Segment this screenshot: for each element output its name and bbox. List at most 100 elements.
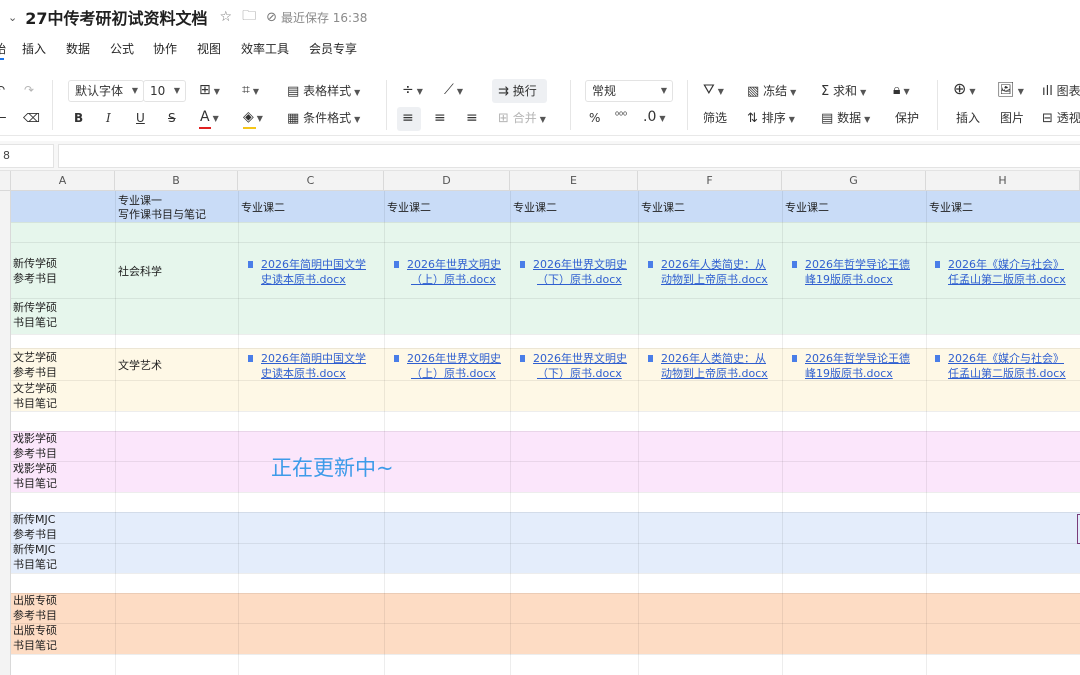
column-header-d[interactable]: D [384, 171, 510, 191]
vertical-align-icon[interactable]: ÷ ▼ [402, 81, 423, 101]
cell-a-xiying-notes-2[interactable]: 书目笔记 [13, 476, 57, 491]
merge-button[interactable]: ⊞ 合并 ▼ [498, 109, 546, 129]
header-cell-b-line1[interactable]: 专业课一 [118, 193, 162, 208]
cell-a-wenyi-2[interactable]: 参考书目 [13, 365, 57, 380]
select-all-corner[interactable] [0, 171, 11, 191]
file-link-e-row2[interactable]: 2026年世界文明史 （下）原书.docx [520, 351, 627, 381]
redo-icon[interactable]: ↷ [24, 81, 34, 99]
sort-button[interactable]: ⇅ 排序 ▼ [747, 109, 795, 129]
menu-member[interactable]: 会员专享 [309, 40, 357, 57]
insert-label[interactable]: 插入 [956, 109, 980, 127]
cell-a-chuban-2[interactable]: 参考书目 [13, 608, 57, 623]
cell-a-chuban-notes-2[interactable]: 书目笔记 [13, 638, 57, 653]
cell-b-xinchuan[interactable]: 社会科学 [118, 264, 162, 279]
font-family-select[interactable]: 默认字体 ▼ [68, 80, 144, 102]
file-link-c-row1[interactable]: 2026年简明中国文学 史读本原书.docx [248, 257, 366, 287]
cell-a-xinchuan-notes-2[interactable]: 书目笔记 [13, 315, 57, 330]
file-link-d-row2[interactable]: 2026年世界文明史 （上）原书.docx [394, 351, 501, 381]
cell-a-xinchuan-2[interactable]: 参考书目 [13, 271, 57, 286]
cell-size-icon[interactable]: ⌗ ▼ [242, 81, 259, 101]
chart-button[interactable]: ıll 图表 [1042, 82, 1080, 101]
cell-a-mjc-2[interactable]: 参考书目 [13, 527, 57, 542]
header-cell-h[interactable]: 专业课二 [929, 200, 973, 215]
undo-icon[interactable]: ↶ [0, 81, 5, 99]
number-format-select[interactable]: 常规 ▼ [585, 80, 673, 102]
cell-a-mjc-1[interactable]: 新传MJC [13, 512, 55, 527]
header-cell-f[interactable]: 专业课二 [641, 200, 685, 215]
chevron-down-icon[interactable]: ⌄ [8, 11, 17, 24]
wrap-button[interactable]: ⇉ 换行 [498, 82, 537, 101]
folder-icon[interactable]: 🗀 [242, 5, 256, 29]
star-icon[interactable]: ☆ [220, 9, 233, 25]
cell-a-chuban-1[interactable]: 出版专硕 [13, 593, 57, 608]
file-link-g-row2[interactable]: 2026年哲学导论王德 峰19版原书.docx [792, 351, 910, 381]
filter-icon[interactable]: ⛛ ▼ [703, 81, 724, 101]
cell-a-xinchuan-1[interactable]: 新传学硕 [13, 256, 57, 271]
lock-icon[interactable]: 🔒︎ ▼ [893, 81, 910, 101]
column-header-b[interactable]: B [115, 171, 238, 191]
cell-a-xiying-notes-1[interactable]: 戏影学硕 [13, 461, 57, 476]
formula-input[interactable] [58, 144, 1080, 168]
file-link-d-row1[interactable]: 2026年世界文明史 （上）原书.docx [394, 257, 501, 287]
strikethrough-button[interactable]: S [168, 109, 176, 127]
eraser-icon[interactable]: ⌫ [23, 109, 40, 127]
cell-a-xiying-2[interactable]: 参考书目 [13, 446, 57, 461]
menu-view[interactable]: 视图 [197, 40, 221, 57]
align-center-icon[interactable]: ≡ [434, 109, 446, 127]
sum-button[interactable]: Σ 求和 ▼ [821, 82, 866, 102]
insert-plus-icon[interactable]: ⊕ ▼ [953, 80, 976, 101]
file-link-c-row2[interactable]: 2026年简明中国文学 史读本原书.docx [248, 351, 366, 381]
table-style-button[interactable]: ▤ 表格样式 ▼ [287, 82, 360, 102]
picture-icon[interactable]: 🖼︎ ▼ [997, 81, 1024, 101]
file-link-f-row1[interactable]: 2026年人类简史：从 动物到上帝原书.docx [648, 257, 768, 287]
cell-a-xinchuan-notes-1[interactable]: 新传学硕 [13, 300, 57, 315]
name-box[interactable]: 8 [0, 144, 54, 168]
file-link-h-row1[interactable]: 2026年《媒介与社会》 任孟山第二版原书.docx [935, 257, 1066, 287]
header-cell-g[interactable]: 专业课二 [785, 200, 829, 215]
border-icon[interactable]: ⊞ ▼ [199, 81, 220, 101]
text-rotate-icon[interactable]: ⟋ ▼ [444, 81, 463, 101]
align-left-icon[interactable]: ≡ [402, 109, 414, 127]
file-link-f-row2[interactable]: 2026年人类简史：从 动物到上帝原书.docx [648, 351, 768, 381]
column-header-g[interactable]: G [782, 171, 926, 191]
pivot-button[interactable]: ⊟ 透视 [1042, 109, 1080, 128]
column-header-f[interactable]: F [638, 171, 782, 191]
bold-button[interactable]: B [74, 109, 83, 127]
cell-a-mjc-notes-1[interactable]: 新传MJC [13, 542, 55, 557]
freeze-button[interactable]: ▧ 冻结 ▼ [747, 82, 796, 102]
menu-start[interactable]: 始 [0, 40, 6, 57]
header-cell-b-line2[interactable]: 写作课书目与笔记 [118, 207, 206, 222]
protect-label[interactable]: 保护 [895, 109, 919, 127]
conditional-format-button[interactable]: ▦ 条件格式 ▼ [287, 109, 360, 129]
align-right-icon[interactable]: ≡ [466, 109, 478, 127]
menu-insert[interactable]: 插入 [22, 40, 46, 57]
document-title[interactable]: 27中传考研初试资料文档 [25, 5, 207, 29]
menu-formula[interactable]: 公式 [110, 40, 134, 57]
file-link-h-row2[interactable]: 2026年《媒介与社会》 任孟山第二版原书.docx [935, 351, 1066, 381]
percent-button[interactable]: % [589, 109, 600, 127]
column-header-e[interactable]: E [510, 171, 638, 191]
cell-a-chuban-notes-1[interactable]: 出版专硕 [13, 623, 57, 638]
decimal-button[interactable]: .0 ▼ [643, 108, 666, 128]
file-link-g-row1[interactable]: 2026年哲学导论王德 峰19版原书.docx [792, 257, 910, 287]
header-cell-d[interactable]: 专业课二 [387, 200, 431, 215]
font-size-select[interactable]: 10 ▼ [143, 80, 186, 102]
filter-label[interactable]: 筛选 [703, 109, 727, 127]
cell-a-mjc-notes-2[interactable]: 书目笔记 [13, 557, 57, 572]
file-link-e-row1[interactable]: 2026年世界文明史 （下）原书.docx [520, 257, 627, 287]
menu-collab[interactable]: 协作 [153, 40, 177, 57]
font-color-button[interactable]: A ▼ [200, 108, 219, 128]
fill-color-button[interactable]: ◈ ▼ [243, 108, 263, 128]
cell-a-wenyi-notes-1[interactable]: 文艺学硕 [13, 381, 57, 396]
format-painter-icon[interactable]: ⌐ [0, 109, 7, 127]
column-header-c[interactable]: C [238, 171, 384, 191]
menu-data[interactable]: 数据 [66, 40, 90, 57]
column-header-a[interactable]: A [11, 171, 115, 191]
column-header-h[interactable]: H [926, 171, 1080, 191]
cell-b-wenyi[interactable]: 文学艺术 [118, 358, 162, 373]
picture-label[interactable]: 图片 [1000, 109, 1024, 127]
row-header-gutter[interactable] [0, 191, 11, 675]
cell-a-wenyi-notes-2[interactable]: 书目笔记 [13, 396, 57, 411]
data-button[interactable]: ▤ 数据 ▼ [821, 109, 870, 129]
cell-a-wenyi-1[interactable]: 文艺学硕 [13, 350, 57, 365]
